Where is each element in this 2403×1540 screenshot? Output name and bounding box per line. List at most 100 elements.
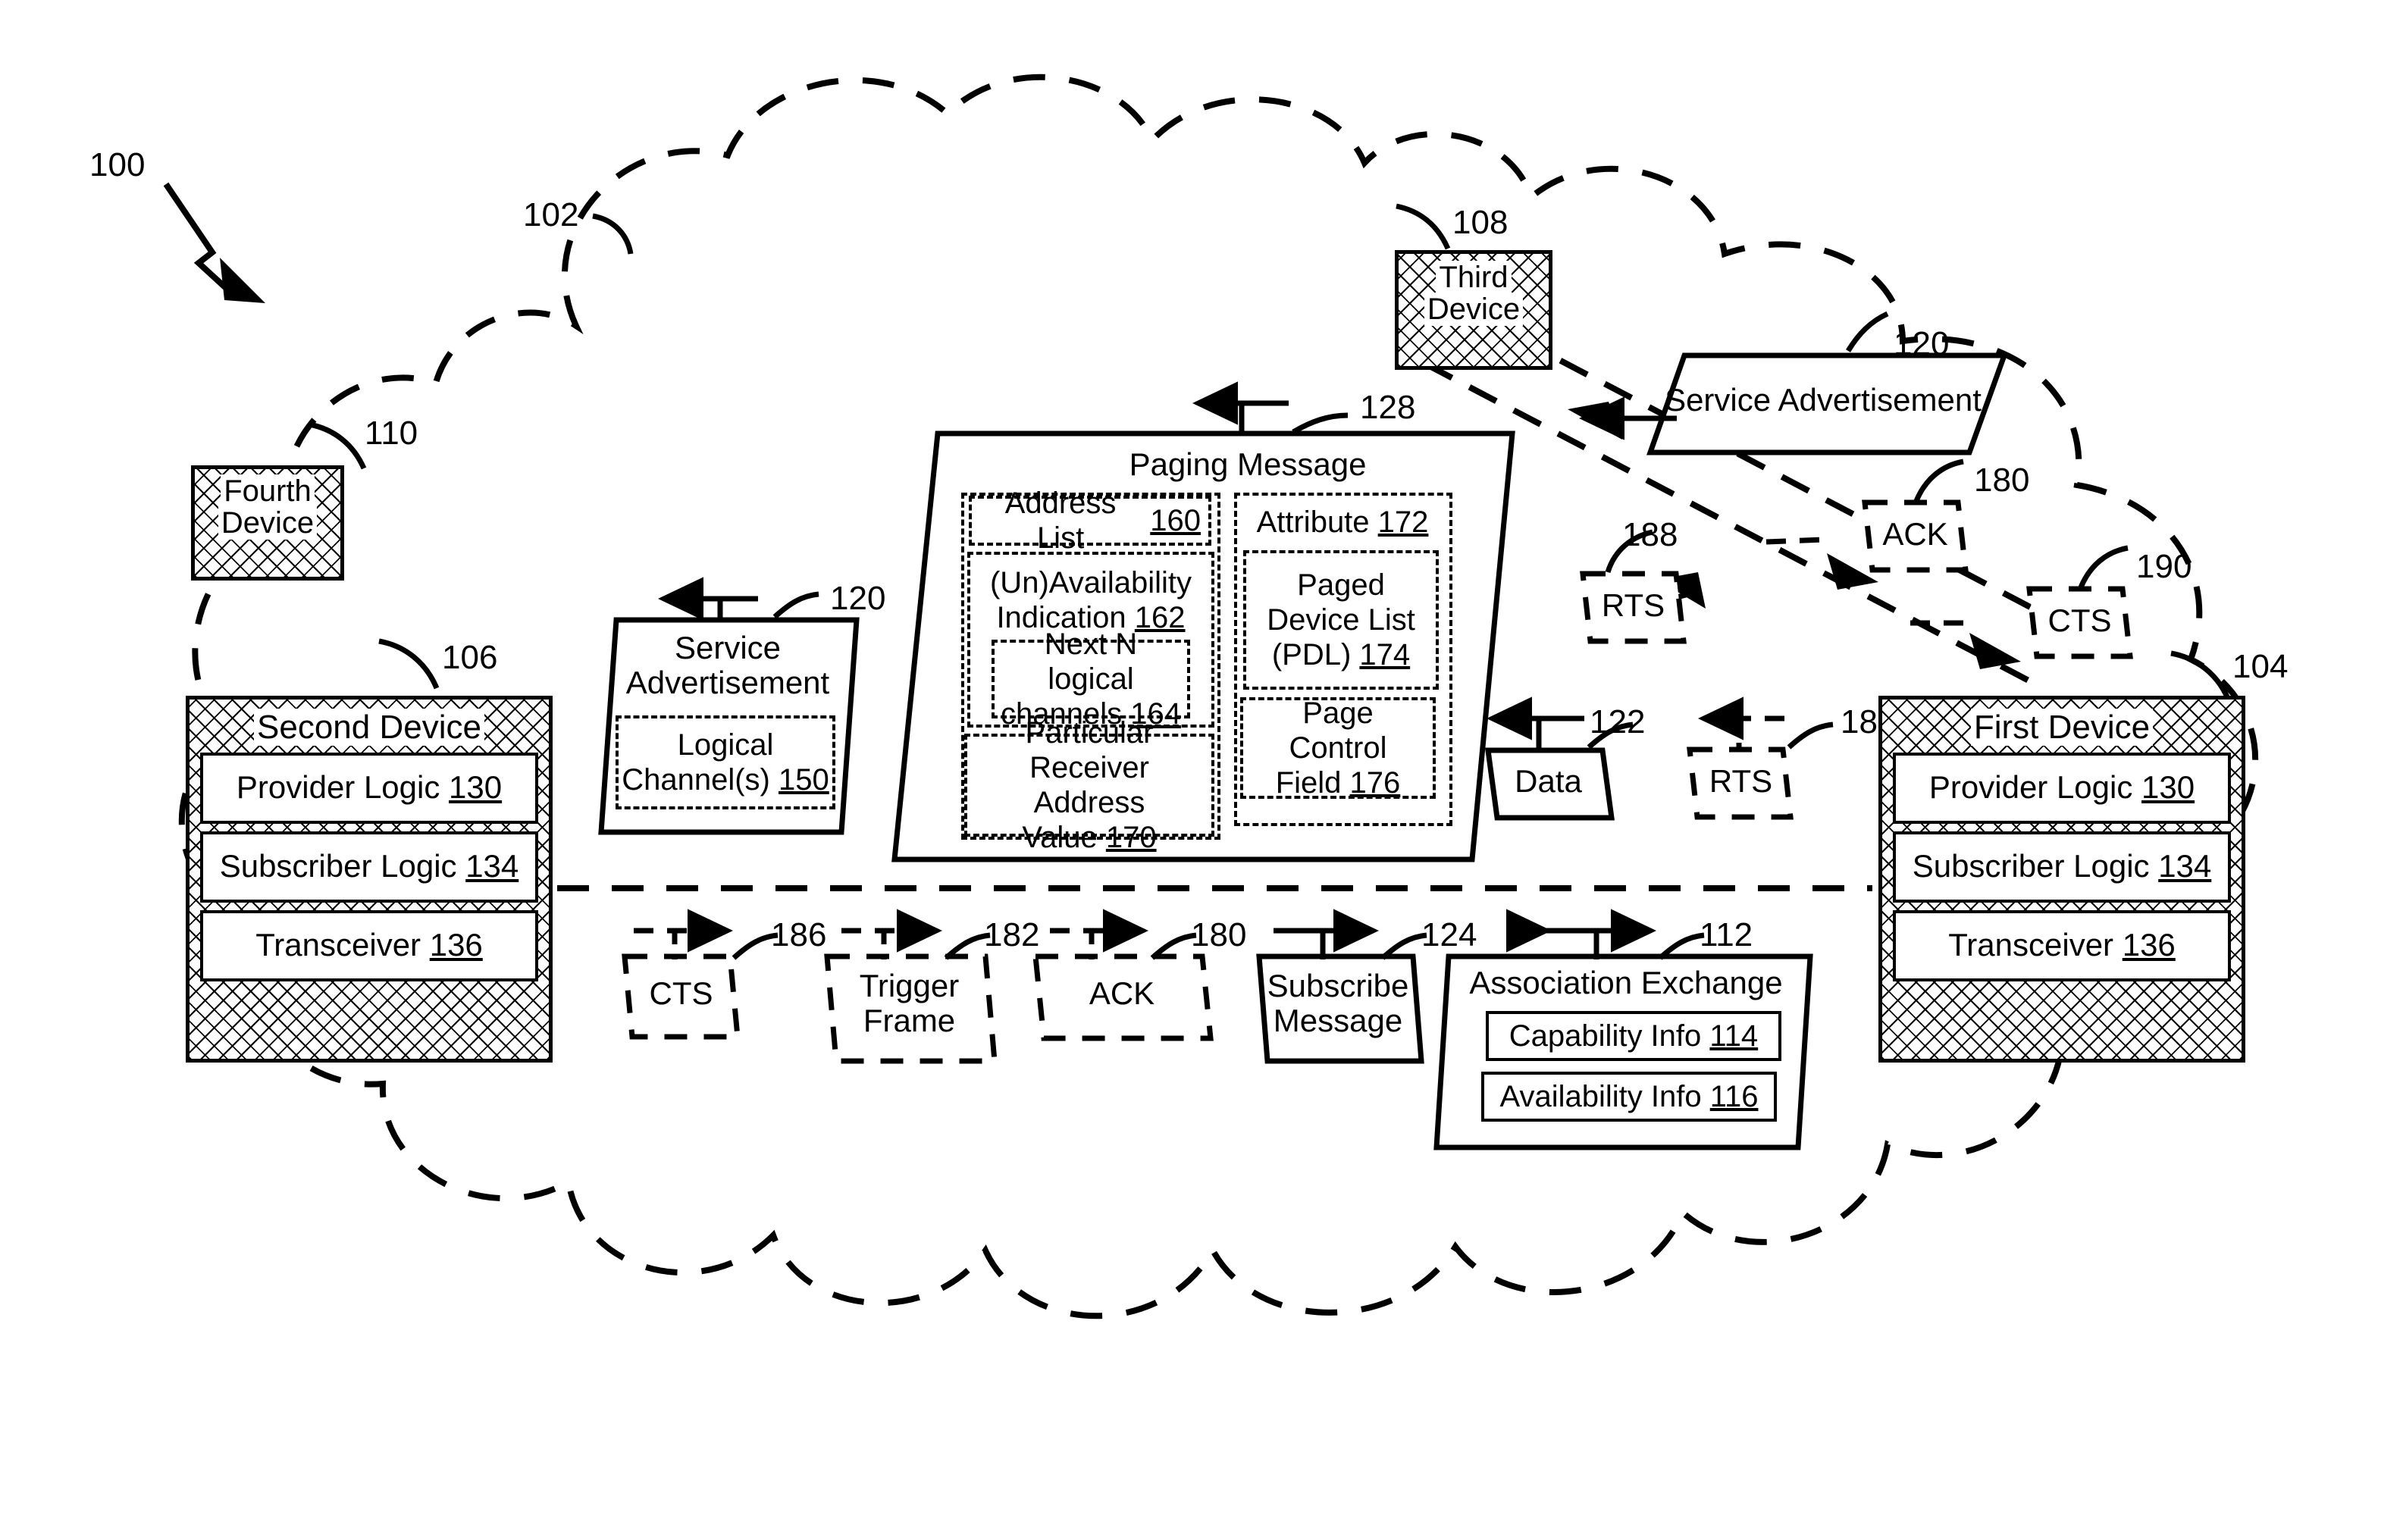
particular-receiver-address-field[interactable]: Particular Receiver Address Value 170 <box>964 716 1214 854</box>
first-device-subscriber-logic[interactable]: Subscriber Logic 134 <box>1893 831 2231 903</box>
transceiver-label: Transceiver <box>255 927 421 963</box>
attribute-field[interactable]: Attribute 172 <box>1243 497 1442 547</box>
ack-cloud-ref: 180 <box>1974 462 2030 499</box>
subscriber-logic-label: Subscriber Logic <box>1912 848 2150 884</box>
paging-message-arrow <box>1192 381 1349 435</box>
paging-message-title: Paging Message <box>1129 446 1367 482</box>
subscribe-message-line2: Message <box>1273 1003 1403 1039</box>
fourth-device-title-line1: Fourth <box>221 474 315 508</box>
service-adv-left-line1: Service <box>674 630 782 665</box>
pdl-line3: (PDL) <box>1271 638 1352 671</box>
figure-ref-arrow <box>163 182 265 303</box>
ack-cloud-label[interactable]: ACK <box>1868 516 1963 552</box>
subscriber-logic-label: Subscriber Logic <box>219 848 457 884</box>
fourth-device-ref: 110 <box>365 415 418 452</box>
trigger-frame-ref: 182 <box>984 916 1040 953</box>
transceiver-ref: 136 <box>429 927 483 963</box>
pdl-line1: Paged <box>1297 568 1385 602</box>
cloud-ref-102: 102 <box>523 196 579 233</box>
cts-bottom-label[interactable]: CTS <box>628 975 735 1011</box>
next-n-logical-channels-field[interactable]: Next N logical channels 164 <box>992 628 1190 731</box>
second-device-ref: 106 <box>442 639 498 676</box>
second-device-box[interactable]: Second Device Provider Logic 130 Subscri… <box>186 696 553 1063</box>
particular-receiver-line1: Particular Receiver <box>1025 716 1154 784</box>
data-ref: 122 <box>1590 703 1646 740</box>
association-exchange-content: Association Exchange Capability Info 114… <box>1440 961 1804 1146</box>
fourth-device-title-line2: Device <box>218 506 318 540</box>
patent-figure: 100 102 110 108 106 104 128 120 120 122 … <box>0 0 2403 1540</box>
page-control-ref: 176 <box>1349 766 1401 800</box>
data-label[interactable]: Data <box>1490 763 1607 799</box>
association-exchange-ref: 112 <box>1700 916 1753 953</box>
second-device-provider-logic[interactable]: Provider Logic 130 <box>200 753 538 825</box>
provider-logic-ref: 130 <box>449 769 503 806</box>
second-device-subscriber-logic[interactable]: Subscriber Logic 134 <box>200 831 538 903</box>
service-advertisement-left-content: Service Advertisement Logical Channel(s)… <box>606 626 849 831</box>
service-advertisement-right-ref: 120 <box>1894 325 1950 362</box>
address-list-label: Address List <box>1004 487 1117 555</box>
logical-channel-line1: Logical <box>677 728 774 762</box>
capability-info-label: Capability Info <box>1509 1019 1702 1053</box>
first-device-box[interactable]: First Device Provider Logic 130 Subscrib… <box>1878 696 2245 1063</box>
cts-bottom-ref: 186 <box>771 916 827 953</box>
service-advertisement-right-label[interactable]: Service Advertisement <box>1664 382 1982 418</box>
first-device-ref: 104 <box>2232 648 2289 685</box>
availability-line1: (Un)Availability <box>989 566 1192 599</box>
pdl-line2: Device List <box>1267 603 1415 637</box>
rts-right-label[interactable]: RTS <box>1693 763 1788 799</box>
service-advertisement-left-ref: 120 <box>830 580 886 617</box>
attribute-label: Attribute <box>1256 505 1370 539</box>
third-device-ref: 108 <box>1452 204 1509 241</box>
fourth-device-box[interactable]: Fourth Device <box>191 465 344 581</box>
ack-bottom-label[interactable]: ACK <box>1039 975 1205 1011</box>
trigger-frame-label[interactable]: Trigger Frame <box>828 968 991 1039</box>
availability-info-ref: 116 <box>1709 1080 1759 1113</box>
attribute-ref: 172 <box>1377 505 1429 539</box>
provider-logic-ref: 130 <box>2141 769 2195 806</box>
cts-cloud-ref: 190 <box>2136 548 2192 585</box>
trigger-frame-line2: Frame <box>863 1003 956 1039</box>
page-control-field[interactable]: Page Control Field 176 <box>1240 696 1436 800</box>
transceiver-label: Transceiver <box>1948 927 2114 963</box>
subscriber-logic-ref: 134 <box>2158 848 2212 884</box>
ack-bottom-ref: 180 <box>1191 916 1247 953</box>
first-device-provider-logic[interactable]: Provider Logic 130 <box>1893 753 2231 825</box>
second-device-title: Second Device <box>254 709 484 746</box>
capability-info-ref: 114 <box>1709 1019 1759 1053</box>
third-device-title-line1: Third <box>1436 261 1512 294</box>
address-list-ref: 160 <box>1150 504 1201 537</box>
cts-cloud-label[interactable]: CTS <box>2032 603 2127 638</box>
logical-channel-line2: Channel(s) <box>622 763 770 797</box>
first-device-transceiver[interactable]: Transceiver 136 <box>1893 910 2231 982</box>
address-list-field[interactable]: Address List 160 <box>969 487 1211 555</box>
trigger-frame-line1: Trigger <box>859 968 960 1003</box>
availability-info-label: Availability Info <box>1499 1080 1702 1113</box>
capability-info-field[interactable]: Capability Info 114 <box>1486 1011 1781 1061</box>
particular-receiver-ref: 170 <box>1105 821 1157 854</box>
service-advertisement-left-arrow <box>657 577 819 621</box>
paging-message-ref: 128 <box>1360 389 1416 426</box>
page-control-line2: Field <box>1275 766 1342 800</box>
logical-channels-field[interactable]: Logical Channel(s) 150 <box>616 715 835 809</box>
rts-cloud-label[interactable]: RTS <box>1586 587 1681 623</box>
third-device-box[interactable]: Third Device <box>1395 250 1552 370</box>
provider-logic-label: Provider Logic <box>236 769 440 806</box>
rts-cloud-ref: 188 <box>1622 516 1678 553</box>
subscriber-logic-ref: 134 <box>465 848 519 884</box>
service-adv-left-line2: Advertisement <box>625 665 830 701</box>
figure-ref-100: 100 <box>89 146 146 183</box>
pdl-ref: 174 <box>1359 638 1411 671</box>
subscribe-message-line1: Subscribe <box>1267 968 1409 1003</box>
provider-logic-label: Provider Logic <box>1928 769 2133 806</box>
subscribe-message-label[interactable]: Subscribe Message <box>1258 968 1418 1039</box>
transceiver-ref: 136 <box>2122 927 2176 963</box>
second-device-transceiver[interactable]: Transceiver 136 <box>200 910 538 982</box>
availability-info-field[interactable]: Availability Info 116 <box>1481 1072 1777 1122</box>
association-exchange-title: Association Exchange <box>1469 965 1783 1000</box>
paged-device-list-field[interactable]: Paged Device List (PDL) 174 <box>1243 550 1439 690</box>
next-n-line1: Next N logical <box>1044 628 1138 696</box>
page-control-line1: Page Control <box>1289 696 1387 765</box>
first-device-title: First Device <box>1970 709 2154 746</box>
rts-right-arrow <box>1697 696 1834 750</box>
availability-indication-group[interactable]: (Un)Availability Indication 162 Next N l… <box>967 552 1214 731</box>
